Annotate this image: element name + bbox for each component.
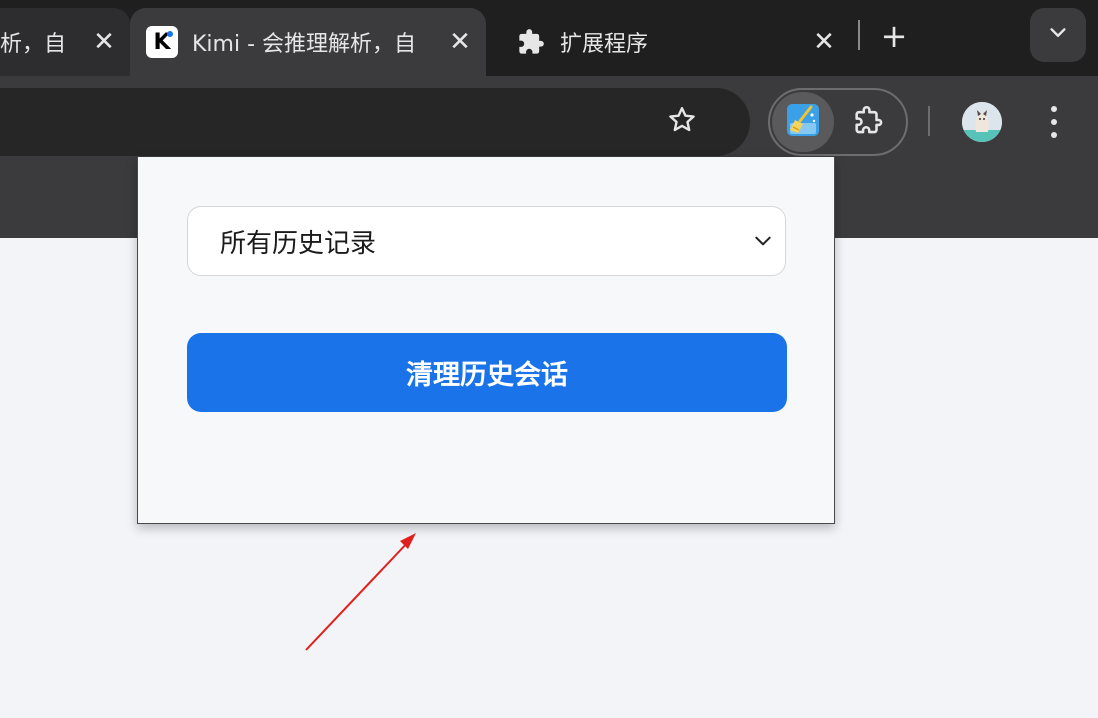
- clean-history-button[interactable]: 清理历史会话: [187, 333, 787, 412]
- browser-menu-button[interactable]: [1036, 98, 1072, 146]
- kimi-logo-icon: K: [146, 26, 178, 58]
- history-range-select[interactable]: 所有历史记录: [187, 206, 786, 276]
- extensions-group: [768, 88, 908, 156]
- profile-avatar[interactable]: [962, 102, 1002, 142]
- tab-divider: [858, 20, 860, 50]
- puzzle-icon: [851, 103, 885, 141]
- chevron-down-icon: [743, 221, 783, 261]
- vertical-dots-icon: [1051, 106, 1057, 138]
- tab-search-button[interactable]: [1030, 8, 1086, 62]
- toolbar-divider: [928, 106, 930, 136]
- star-icon: [666, 104, 698, 140]
- tab-close-button[interactable]: ✕: [440, 22, 480, 62]
- tab-title: 扩展程序: [560, 32, 649, 57]
- extension-popup: 所有历史记录 清理历史会话: [137, 157, 835, 524]
- bookmark-star-button[interactable]: [660, 102, 704, 142]
- tab-close-button[interactable]: ✕: [804, 22, 844, 62]
- browser-toolbar: [0, 76, 1098, 166]
- extensions-menu-button[interactable]: [846, 102, 890, 142]
- tab-extensions[interactable]: 扩展程序 ✕: [500, 8, 850, 76]
- broom-clean-icon: [786, 103, 820, 141]
- address-bar[interactable]: [0, 88, 750, 156]
- chevron-down-icon: [1047, 22, 1069, 48]
- tab-title: 析，自: [0, 32, 67, 57]
- puzzle-icon: [516, 27, 546, 57]
- select-value: 所有历史记录: [220, 228, 377, 259]
- tab-title: Kimi - 会推理解析，自: [192, 32, 417, 57]
- tab-kimi[interactable]: K Kimi - 会推理解析，自 ✕: [130, 8, 486, 76]
- tab-close-button[interactable]: ✕: [84, 22, 124, 62]
- new-tab-button[interactable]: +: [872, 16, 916, 56]
- tab-strip: 析，自 ✕ K Kimi - 会推理解析，自 ✕ 扩展程序 ✕ +: [0, 0, 1098, 76]
- history-cleaner-extension-button[interactable]: [772, 92, 834, 152]
- tab-previous[interactable]: 析，自 ✕: [0, 8, 130, 76]
